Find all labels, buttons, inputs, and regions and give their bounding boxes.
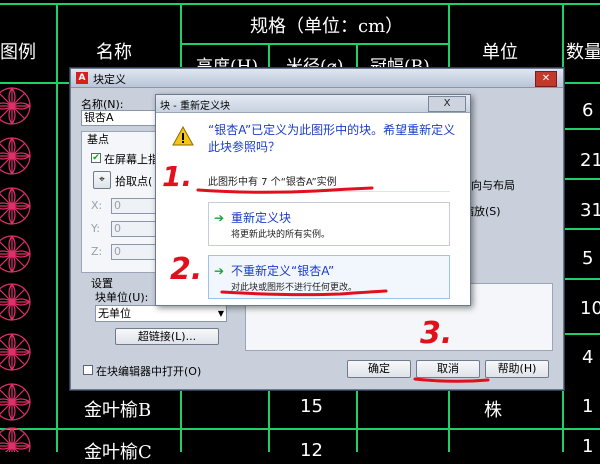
table-line-row (562, 128, 600, 130)
header-qty: 数量 (566, 42, 600, 63)
annotation-underline-2 (220, 289, 388, 297)
table-col-line (356, 43, 358, 68)
annotation-underline-3 (413, 377, 490, 383)
table-line-row (562, 333, 600, 335)
row-c-diameter: 12 (300, 440, 323, 461)
table-line-row (562, 228, 600, 230)
hyperlink-button[interactable]: 超链接(L)... (115, 328, 219, 345)
dialog-title: 块 - 重新定义块 (160, 101, 230, 112)
help-button[interactable]: 帮助(H) (485, 360, 549, 378)
pick-cursor-icon: ⌖ (99, 174, 105, 185)
arrow-right-icon: ➔ (214, 264, 225, 278)
on-screen-label: 在屏幕上指 (104, 153, 159, 166)
qty-value: 5 (582, 248, 594, 269)
qty-value: 1 (582, 436, 594, 457)
pick-point-label: 拾取点( (115, 175, 153, 188)
table-col-line (180, 3, 182, 68)
open-in-editor-label: 在块编辑器中打开(O) (96, 365, 202, 378)
y-label: Y: (91, 222, 100, 235)
block-unit-value: 无单位 (98, 307, 131, 320)
table-line-row (0, 428, 600, 430)
annotation-number-2: 2. (170, 252, 203, 287)
do-not-redefine-title: 不重新定义“银杏A” (231, 264, 335, 278)
annotation-number-1: 1. (162, 160, 193, 193)
window-title: 块定义 (93, 73, 126, 86)
on-screen-checkbox[interactable]: ✔ (91, 153, 101, 163)
y-field[interactable]: 0 (111, 221, 157, 237)
arrow-right-icon: ➔ (214, 211, 225, 225)
z-field[interactable]: 0 (111, 244, 157, 260)
header-unit: 单位 (482, 42, 518, 63)
row-b-unit: 株 (484, 400, 502, 421)
qty-value: 4 (582, 347, 594, 368)
block-name-field[interactable]: 银杏A (81, 110, 157, 126)
dialog-close-button[interactable]: X (428, 96, 466, 112)
row-b-diameter: 15 (300, 396, 323, 417)
table-col-line (448, 3, 450, 68)
header-name: 名称 (96, 42, 132, 63)
redefine-block-title: 重新定义块 (231, 211, 292, 225)
qty-value: 1 (582, 396, 594, 417)
qty-value: 10 (580, 298, 600, 319)
base-point-label: 基点 (87, 133, 109, 146)
autocad-logo-icon: A (76, 72, 88, 84)
table-col-line (56, 3, 58, 452)
table-col-line (268, 43, 270, 68)
table-line-row (562, 178, 600, 180)
table-col-line (356, 388, 358, 452)
annotation-underline-1 (196, 186, 374, 194)
row-c-name: 金叶榆C (84, 442, 152, 463)
window-close-button[interactable]: ✕ (535, 71, 557, 87)
qty-value: 21 (580, 150, 600, 171)
table-line-spec (180, 43, 448, 45)
row-b-name: 金叶榆B (84, 400, 152, 421)
redefine-block-command[interactable]: ➔ 重新定义块 将更新此块的所有实例。 (208, 202, 450, 246)
window-title-bar[interactable]: A 块定义 ✕ (71, 69, 563, 88)
ok-button[interactable]: 确定 (347, 360, 411, 378)
orientation-layout-label: 向与布局 (471, 179, 515, 192)
table-line-row (562, 278, 600, 280)
x-field[interactable]: 0 (111, 198, 157, 214)
block-unit-select[interactable]: 无单位 ▼ (95, 305, 227, 322)
table-col-line (180, 388, 182, 452)
table-line-top (0, 3, 600, 5)
chevron-down-icon: ▼ (217, 309, 224, 318)
table-col-line (448, 388, 450, 452)
dialog-title-bar[interactable]: 块 - 重新定义块 X (156, 95, 470, 113)
header-example: 图例 (0, 42, 36, 63)
block-unit-label: 块单位(U): (95, 291, 149, 304)
warning-icon (172, 126, 194, 146)
header-spec: 规格（单位：cm） (250, 16, 404, 37)
pick-point-button[interactable]: ⌖ (93, 171, 111, 189)
annotation-number-3: 3. (420, 316, 453, 351)
qty-value: 6 (582, 100, 594, 121)
main-instruction: “银杏A”已定义为此图形中的块。希望重新定义此块参照吗？ (208, 123, 456, 154)
tree-symbols-icon (0, 87, 31, 452)
redefine-block-dialog[interactable]: 块 - 重新定义块 X “银杏A”已定义为此图形中的块。希望重新定义此块参照吗？… (155, 94, 471, 306)
z-label: Z: (91, 245, 103, 258)
table-col-line (268, 388, 270, 452)
x-label: X: (91, 199, 103, 212)
qty-value: 31 (580, 200, 600, 221)
open-in-editor-checkbox[interactable] (83, 365, 93, 375)
redefine-block-note: 将更新此块的所有实例。 (231, 230, 331, 240)
